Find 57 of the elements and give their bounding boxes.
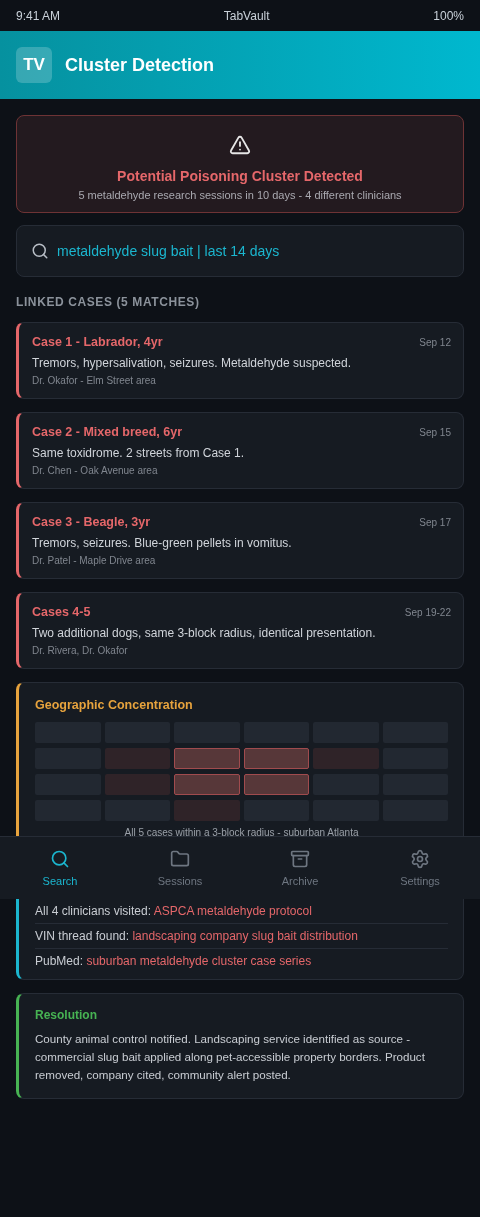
case-title: Case 1 - Labrador, 4yr (32, 335, 163, 349)
case-summary: Two additional dogs, same 3-block radius, identical presentation. (32, 626, 377, 640)
finding-label: PubMed: (35, 954, 84, 968)
map-block (313, 748, 379, 769)
status-time: 9:41 AM (16, 8, 61, 23)
alert-subtitle: 5 metaldehyde research sessions in 10 days - 4 different clinicians (78, 189, 402, 201)
case-summary: Tremors, seizures. Blue-green pellets in vomitus. (32, 536, 293, 550)
case-date: Sep 12 (419, 336, 451, 348)
finding-label: VIN thread found: (35, 929, 130, 943)
nav-tab[interactable]: Sessions (120, 837, 240, 899)
finding-link[interactable]: ASPCA metaldehyde protocol (153, 904, 312, 918)
map-block (243, 774, 309, 795)
settings-icon (410, 849, 430, 869)
map-block (104, 748, 170, 769)
resolution-text: County animal control notified. Landscaping service identified as source - commercial slug bait applied along pet-accessible property borders. Product removed, company cited, community alert posted. (35, 1031, 426, 1083)
case-date: Sep 19-22 (404, 606, 451, 618)
case-date: Sep 15 (419, 426, 451, 438)
nav-tab[interactable]: Search (0, 837, 120, 899)
search-icon (31, 242, 49, 260)
map-block (243, 748, 309, 769)
alert-title: Potential Poisoning Cluster Detected (117, 168, 363, 184)
case-date: Sep 17 (419, 516, 451, 528)
case-card[interactable]: Case 2 - Mixed breed, 6yr Sep 15 Same toxidrome. 2 streets from Case 1. Dr. Chen - Oak Avenue area (16, 412, 464, 489)
folder-icon (170, 849, 190, 869)
search-field[interactable]: metaldehyde slug bait | last 14 days (16, 225, 464, 277)
case-meta: Dr. Rivera, Dr. Okafor (32, 645, 129, 656)
case-card[interactable]: Case 1 - Labrador, 4yr Sep 12 Tremors, hypersalivation, seizures. Metaldehyde suspected. Dr. Okafor - Elm Street area (16, 322, 464, 399)
case-title: Cases 4-5 (32, 605, 91, 619)
map-block (174, 748, 240, 769)
map-block (104, 774, 170, 795)
app-logo: TV (16, 47, 52, 83)
page-title: Cluster Detection (65, 54, 215, 76)
case-meta: Dr. Chen - Oak Avenue area (32, 465, 159, 476)
app-name: TabVault (223, 8, 270, 23)
map-block (174, 800, 240, 821)
finding-link[interactable]: suburban metaldehyde cluster case series (86, 954, 312, 968)
geo-title: Geographic Concentration (35, 698, 194, 712)
search-icon (50, 849, 70, 869)
case-title: Case 3 - Beagle, 3yr (32, 515, 151, 529)
case-card[interactable]: Case 3 - Beagle, 3yr Sep 17 Tremors, seizures. Blue-green pellets in vomitus. Dr. Patel - Maple Drive area (16, 502, 464, 579)
case-meta: Dr. Patel - Maple Drive area (32, 555, 157, 566)
geo-caption: All 5 cases within a 3-block radius - suburban Atlanta (123, 827, 360, 838)
case-summary: Same toxidrome. 2 streets from Case 1. (32, 446, 246, 460)
finding-label: All 4 clinicians visited: (35, 904, 152, 918)
case-summary: Tremors, hypersalivation, seizures. Metaldehyde suspected. (32, 356, 353, 370)
nav-tab[interactable]: Archive (240, 837, 360, 899)
archive-icon (290, 849, 310, 869)
battery-level: 100% (433, 8, 464, 23)
warning-icon (229, 134, 251, 156)
nav-tab[interactable]: Settings (360, 837, 480, 899)
map-block (174, 774, 240, 795)
case-title: Case 2 - Mixed breed, 6yr (32, 425, 183, 439)
resolution-title: Resolution (35, 1008, 98, 1022)
case-meta: Dr. Okafor - Elm Street area (32, 375, 157, 386)
case-card[interactable]: Cases 4-5 Sep 19-22 Two additional dogs, same 3-block radius, identical presentation. Dr. Rivera, Dr. Okafor (16, 592, 464, 669)
finding-link[interactable]: landscaping company slug bait distribution (132, 929, 358, 943)
section-label: LINKED CASES (5 MATCHES) (16, 295, 201, 309)
